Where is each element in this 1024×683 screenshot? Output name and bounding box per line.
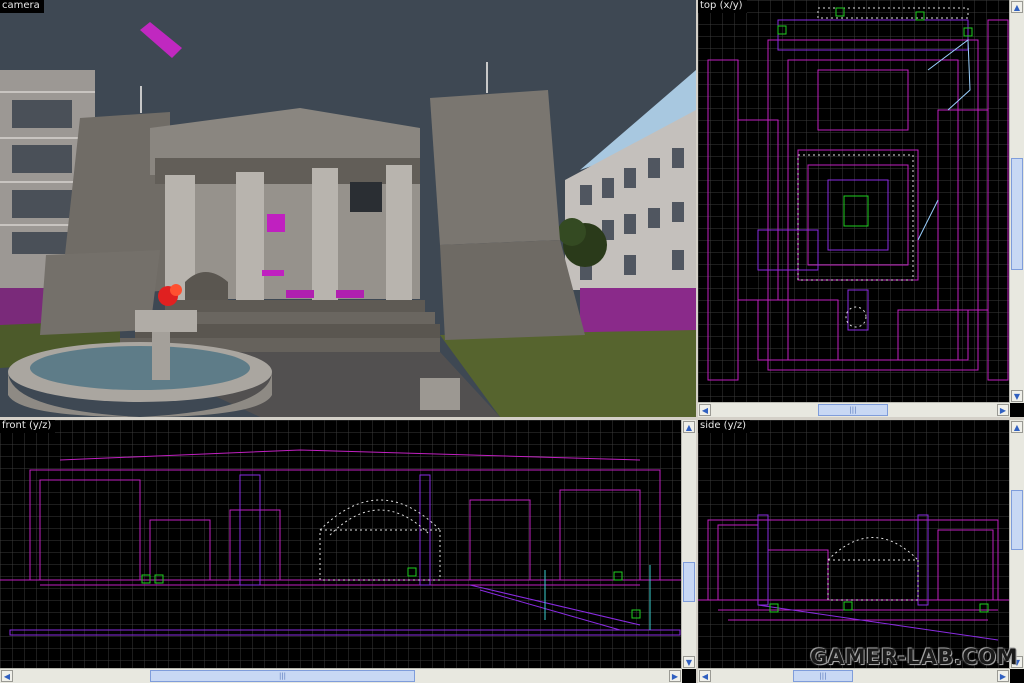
side-vertical-scroll-thumb[interactable] [1011,490,1023,550]
side-scroll-left-button[interactable]: ◀ [699,670,711,682]
front-viewport[interactable]: front (y/z) ▲ ▼ ◀ ||| ▶ [0,420,696,683]
front-horizontal-scrollbar[interactable]: ◀ ||| ▶ [0,668,682,683]
side-viewport[interactable]: side (y/z) ▲ ▼ ◀ ||| ▶ [698,420,1024,683]
front-scroll-down-button[interactable]: ▼ [683,656,695,668]
side-viewport-label: side (y/z) [698,420,751,433]
camera-viewport[interactable]: camera [0,0,696,417]
side-horizontal-scroll-thumb[interactable]: ||| [793,670,853,682]
front-scroll-right-button[interactable]: ▶ [669,670,681,682]
side-scroll-up-button[interactable]: ▲ [1011,421,1023,433]
side-scroll-right-button[interactable]: ▶ [997,670,1009,682]
front-viewport-label: front (y/z) [0,420,56,433]
site-watermark: GAMER-LAB.COM [810,645,1018,669]
side-view-wireframe [698,420,1010,669]
top-horizontal-scrollbar[interactable]: ◀ ||| ▶ [698,402,1010,417]
camera-3d-scene [0,0,696,417]
front-scroll-up-button[interactable]: ▲ [683,421,695,433]
top-scroll-left-button[interactable]: ◀ [699,404,711,416]
front-scroll-left-button[interactable]: ◀ [1,670,13,682]
side-horizontal-scrollbar[interactable]: ◀ ||| ▶ [698,668,1010,683]
top-viewport-label: top (x/y) [698,0,747,13]
top-horizontal-scroll-thumb[interactable]: ||| [818,404,888,416]
top-scroll-up-button[interactable]: ▲ [1011,1,1023,13]
camera-viewport-label: camera [0,0,44,13]
top-scroll-down-button[interactable]: ▼ [1011,390,1023,402]
front-view-wireframe [0,420,682,669]
side-vertical-scrollbar[interactable]: ▲ ▼ [1009,420,1024,669]
top-viewport[interactable]: top (x/y) ▲ ▼ ◀ ||| ▶ [698,0,1024,417]
top-vertical-scrollbar[interactable]: ▲ ▼ [1009,0,1024,403]
front-horizontal-scroll-thumb[interactable]: ||| [150,670,415,682]
front-vertical-scrollbar[interactable]: ▲ ▼ [681,420,696,669]
top-view-wireframe [698,0,1024,403]
top-vertical-scroll-thumb[interactable] [1011,158,1023,270]
top-scroll-right-button[interactable]: ▶ [997,404,1009,416]
front-vertical-scroll-thumb[interactable] [683,562,695,602]
